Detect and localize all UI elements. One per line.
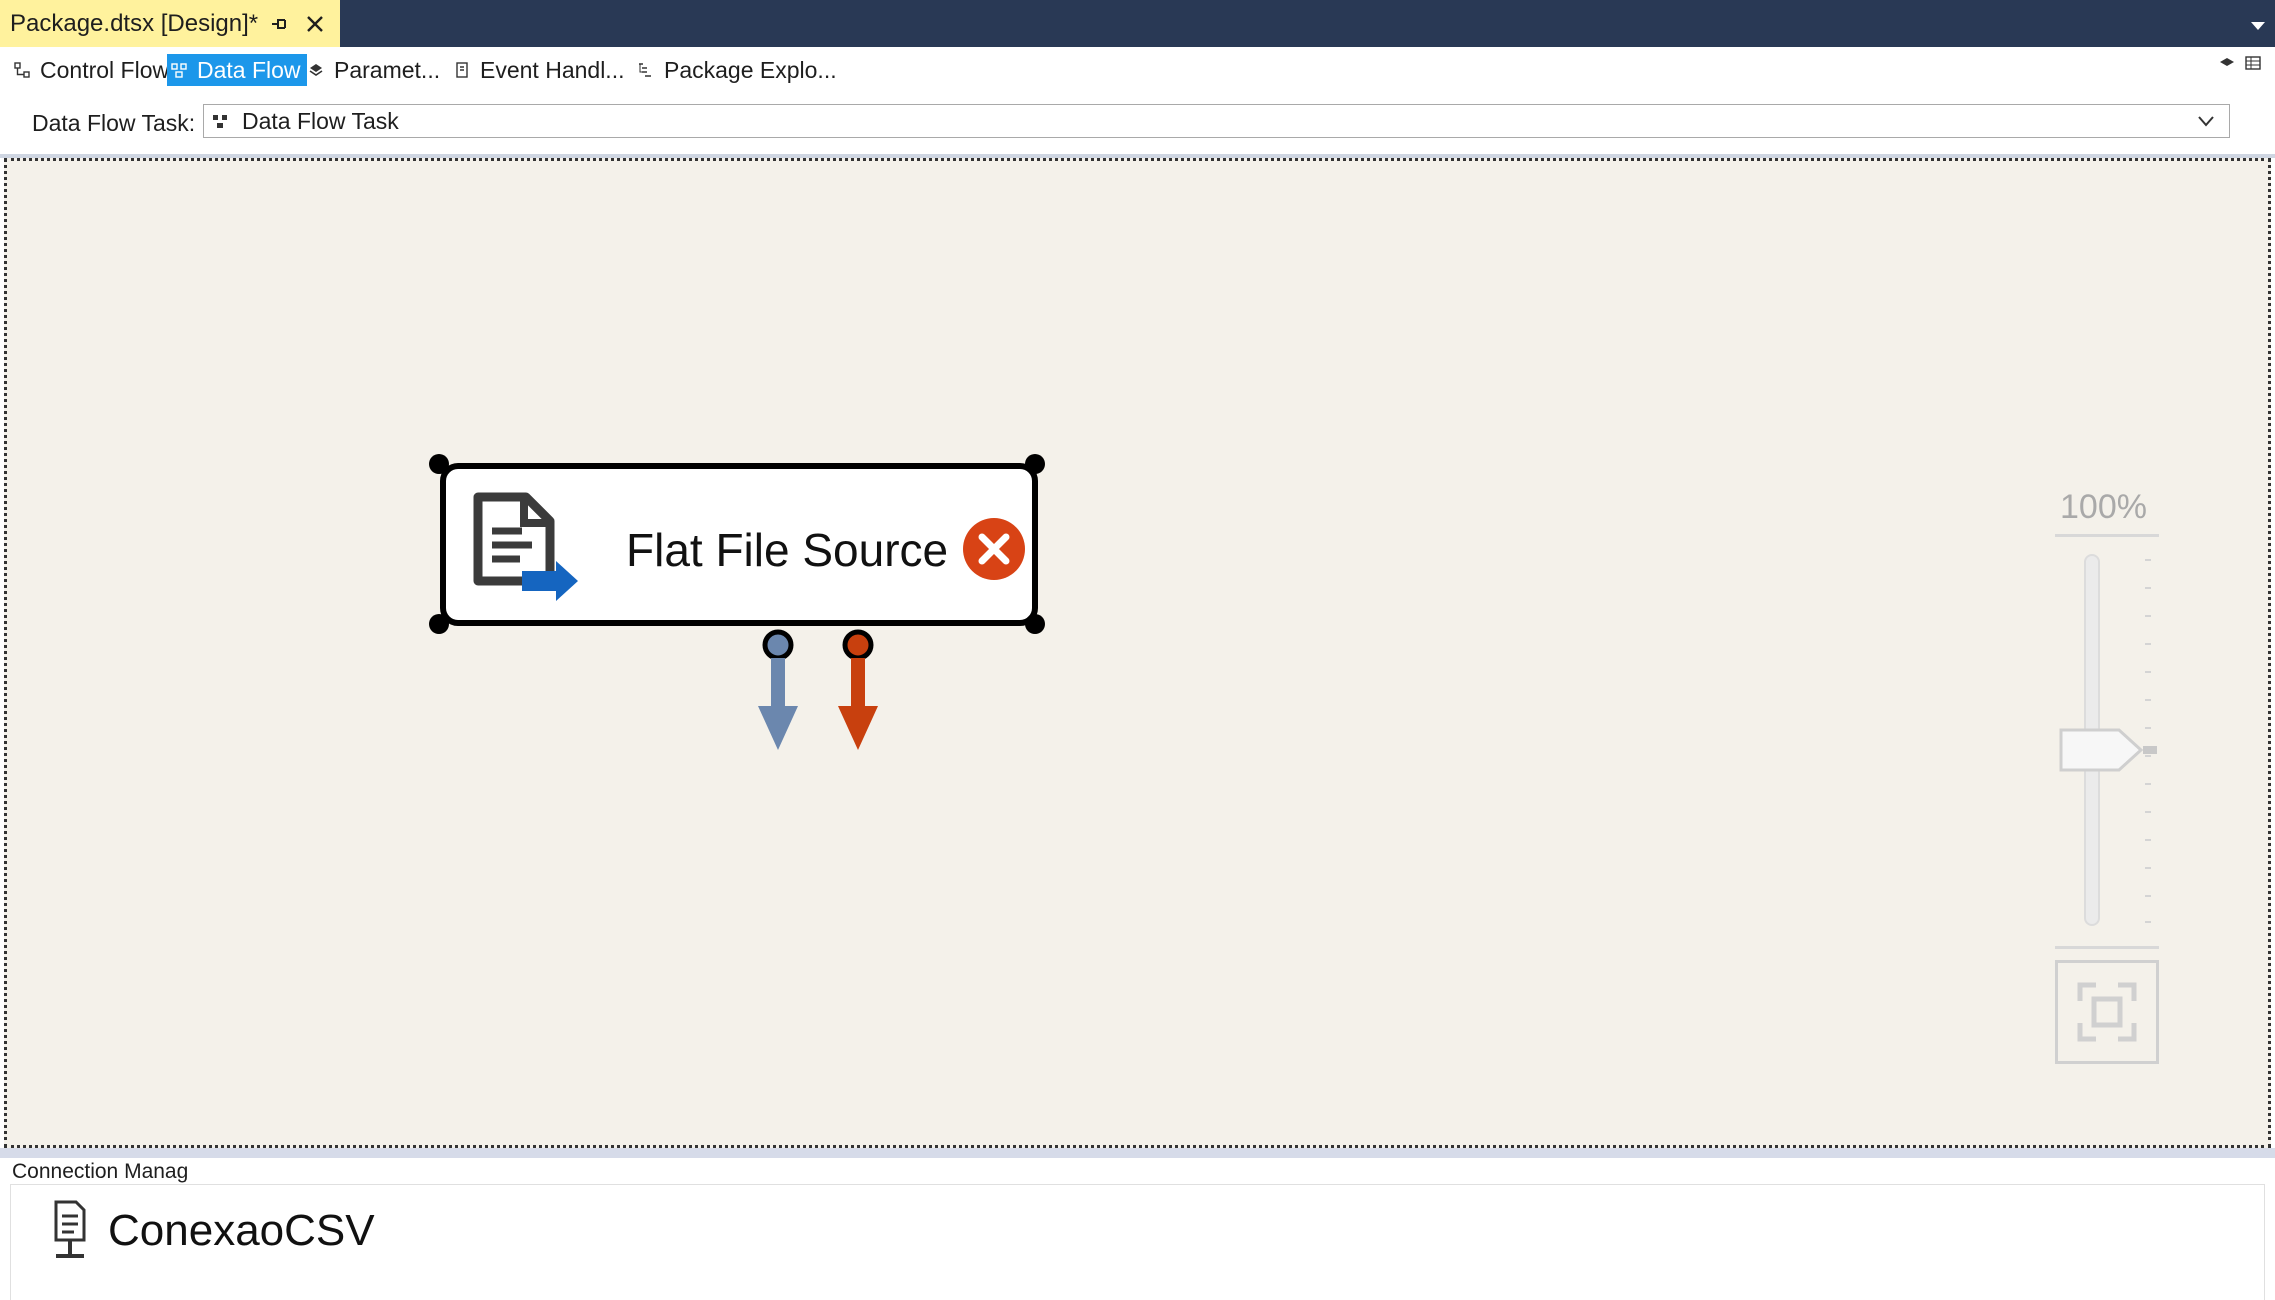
resize-handle-bottom-left[interactable] [429,614,449,634]
error-output-arrow[interactable] [836,628,880,753]
designer-tab-strip: Control Flow Data Flow Paramet... Event … [0,47,2275,92]
tab-label: Event Handl... [480,56,625,83]
fit-to-window-icon [2077,982,2137,1042]
tab-label: Control Flow [40,56,170,83]
tab-event-handlers[interactable]: Event Handl... [450,54,630,86]
connection-managers-title: Connection Manag [12,1160,189,1183]
zoom-slider[interactable] [2055,550,2165,930]
variables-grid-icon[interactable] [2245,55,2261,71]
zoom-to-fit-button[interactable] [2055,960,2159,1064]
zoom-level-label: 100% [2060,488,2147,526]
error-icon[interactable] [961,516,1027,582]
tab-parameters[interactable]: Paramet... [304,54,446,86]
parameters-icon [309,64,323,76]
tab-package-explorer[interactable]: Package Explo... [634,54,843,86]
resize-handle-top-left[interactable] [429,454,449,474]
document-tab-bar: Package.dtsx [Design]* [0,0,2275,47]
document-tab[interactable]: Package.dtsx [Design]* [0,0,340,47]
document-tab-title: Package.dtsx [Design]* [10,9,259,37]
data-flow-canvas[interactable] [4,158,2271,1148]
tab-control-flow[interactable]: Control Flow [10,54,175,86]
resize-handle-top-right[interactable] [1025,454,1045,474]
tab-overflow-dropdown-icon[interactable] [2249,20,2267,32]
output-arrow[interactable] [756,628,800,753]
control-flow-icon [14,62,30,78]
task-selector-label: Data Flow Task: [32,110,196,136]
data-flow-task-icon [213,115,227,128]
connection-managers-divider [0,1148,2275,1158]
layers-icon[interactable] [2219,55,2235,71]
tab-data-flow[interactable]: Data Flow [167,54,307,86]
data-flow-icon [171,63,187,78]
designer-corner-tools [2219,55,2261,71]
resize-handle-bottom-right[interactable] [1025,614,1045,634]
zoom-slider-thumb [2059,728,2144,772]
flat-file-source-icon [473,492,578,601]
package-explorer-icon [639,63,651,77]
zoom-divider [2055,534,2159,537]
flat-file-connection-icon [54,1200,86,1258]
tab-label: Data Flow [197,56,301,83]
tab-label: Package Explo... [664,56,837,83]
task-selector-value: Data Flow Task [242,107,399,134]
task-selector-dropdown[interactable]: Data Flow Task [203,104,2230,138]
tab-label: Paramet... [334,56,441,83]
flat-file-source-component[interactable]: Flat File Source [440,463,1038,626]
event-handlers-icon [456,62,468,78]
close-icon[interactable] [303,12,327,36]
pin-icon[interactable] [268,13,290,35]
connection-managers-panel: Connection Manag ConexaoCSV [0,1158,2275,1300]
chevron-down-icon[interactable] [2197,114,2215,128]
zoom-divider [2055,946,2159,949]
task-selector-row: Data Flow Task: Data Flow Task [0,92,2275,154]
connection-manager-item[interactable]: ConexaoCSV [108,1206,375,1256]
component-label: Flat File Source [626,524,949,576]
